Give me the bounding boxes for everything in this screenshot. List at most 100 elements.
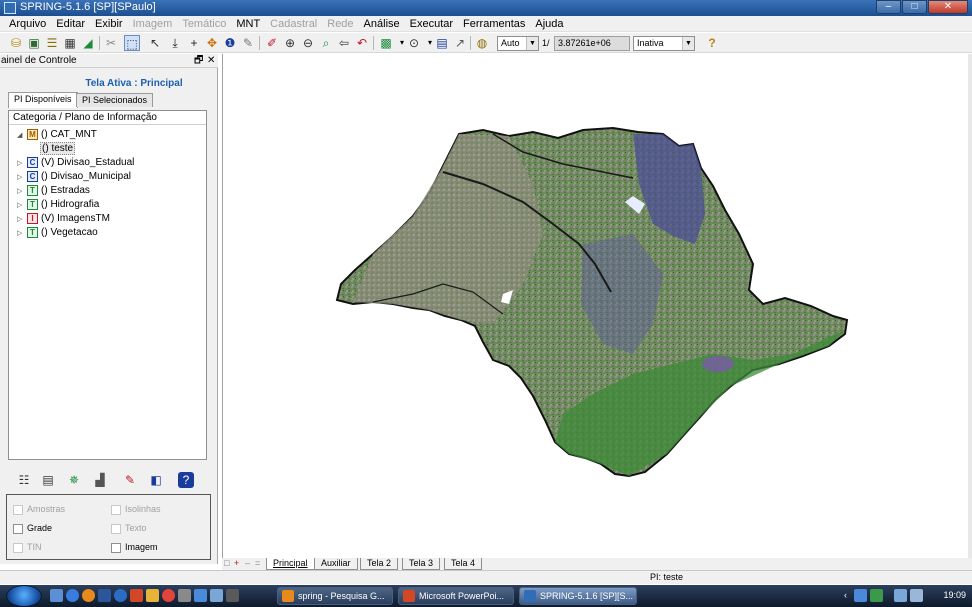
task-spring-app[interactable]: SPRING-5.1.6 [SP][S... — [519, 587, 637, 605]
word-icon[interactable] — [98, 589, 111, 602]
volume-icon[interactable] — [910, 589, 923, 602]
network-icon[interactable] — [210, 589, 223, 602]
task-powerpoint[interactable]: Microsoft PowerPoi... — [398, 587, 514, 605]
menu-cadastral[interactable]: Cadastral — [265, 17, 322, 31]
menu-arquivo[interactable]: Arquivo — [4, 17, 51, 31]
menu-imagem[interactable]: Imagem — [128, 17, 178, 31]
tab-principal[interactable]: Principal — [266, 558, 315, 570]
crosshair-icon[interactable]: + — [186, 35, 202, 51]
collapse-icon[interactable]: ◢ — [17, 129, 27, 142]
draw-mode-icon[interactable]: ⬚ — [124, 35, 140, 51]
menu-analise[interactable]: Análise — [359, 17, 405, 31]
menu-ferramentas[interactable]: Ferramentas — [458, 17, 530, 31]
tray-app-icon[interactable] — [854, 589, 867, 602]
close-panel-icon[interactable]: ✕ — [207, 54, 215, 68]
media-icon[interactable] — [162, 589, 175, 602]
undo-icon[interactable]: ↶ — [354, 35, 370, 51]
measure-icon[interactable]: ✎ — [240, 35, 256, 51]
zoom-out-icon[interactable]: ⊖ — [300, 35, 316, 51]
tree-node-imagenstm[interactable]: ▷ I (V) ImagensTM — [17, 212, 110, 225]
tree-node-divisao-municipal[interactable]: ▷ C() Divisao_Municipal — [17, 170, 131, 183]
window-view-icon[interactable]: ▤ — [434, 35, 450, 51]
show-hidden-icons-icon[interactable]: ‹ — [844, 590, 847, 600]
maximize-button[interactable]: □ — [902, 0, 927, 14]
zoom-in-icon[interactable]: ⊕ — [282, 35, 298, 51]
tab-tela-3[interactable]: Tela 3 — [402, 558, 441, 570]
edit-icon[interactable]: ✎ — [122, 472, 138, 488]
checkbox-texto[interactable]: Texto — [111, 523, 147, 534]
back-arrow-icon[interactable]: ⇦ — [336, 35, 352, 51]
project-icon[interactable]: ▣ — [26, 35, 42, 51]
zoom-mode-select[interactable]: Auto ▼ — [497, 36, 539, 51]
tree-node-hidrografia[interactable]: ▷ T() Hidrografia — [17, 198, 99, 211]
vertical-scrollbar[interactable] — [968, 54, 972, 558]
network-tray-icon[interactable] — [894, 589, 907, 602]
scale-field[interactable]: 3.87261e+06 — [554, 36, 630, 51]
database-icon[interactable]: ⛁ — [8, 35, 24, 51]
terminal-icon[interactable] — [226, 589, 239, 602]
cursor-plus-icon[interactable]: ↗ — [452, 35, 468, 51]
zoom-level-icon[interactable]: ⊙ — [406, 35, 422, 51]
cut-icon[interactable]: ✂ — [103, 35, 119, 51]
menu-mnt[interactable]: MNT — [231, 17, 265, 31]
map-canvas[interactable] — [222, 54, 972, 558]
expand-icon[interactable]: ▷ — [17, 171, 27, 184]
expand-icon[interactable]: ▷ — [17, 185, 27, 198]
list-icon[interactable]: ☷ — [16, 472, 32, 488]
game-icon[interactable] — [146, 589, 159, 602]
add-screen-icon[interactable]: + — [234, 558, 239, 569]
tree-node-cat-mnt[interactable]: ◢ M() CAT_MNT — [17, 128, 97, 141]
float-panel-icon[interactable]: 🗗 — [194, 54, 203, 68]
pan-icon[interactable]: ✥ — [204, 35, 220, 51]
screen-list-icon[interactable]: = — [255, 558, 260, 569]
tab-pi-disponiveis[interactable]: PI Disponíveis — [8, 92, 78, 108]
help-icon[interactable]: ? — [178, 472, 194, 488]
tab-tela-4[interactable]: Tela 4 — [444, 558, 483, 570]
pointer-icon[interactable]: ↖ — [147, 35, 163, 51]
table-icon[interactable]: ▤ — [40, 472, 56, 488]
checkbox-amostras[interactable]: Amostras — [13, 504, 65, 515]
help-icon[interactable]: ? — [704, 35, 720, 51]
tree-node-vegetacao[interactable]: ▷ T() Vegetacao — [17, 226, 98, 239]
palette-icon[interactable]: ◍ — [474, 35, 490, 51]
menu-executar[interactable]: Executar — [405, 17, 458, 31]
tab-tela-2[interactable]: Tela 2 — [360, 558, 399, 570]
menu-rede[interactable]: Rede — [322, 17, 358, 31]
expand-icon[interactable]: ▷ — [17, 213, 27, 226]
start-button[interactable] — [6, 585, 42, 607]
ie-icon[interactable] — [66, 589, 79, 602]
grid-icon[interactable]: ▦ — [62, 35, 78, 51]
eraser-icon[interactable]: ◢ — [80, 35, 96, 51]
layers-icon[interactable]: ☰ — [44, 35, 60, 51]
info-icon[interactable]: ❶ — [222, 35, 238, 51]
checkbox-isolinhas[interactable]: Isolinhas — [111, 504, 161, 515]
tools-icon[interactable] — [194, 589, 207, 602]
tab-auxiliar[interactable]: Auxiliar — [314, 558, 358, 570]
menu-ajuda[interactable]: Ajuda — [530, 17, 568, 31]
state-select[interactable]: Inativa ▼ — [633, 36, 695, 51]
task-spring-search[interactable]: spring - Pesquisa G... — [277, 587, 393, 605]
show-desktop-icon[interactable] — [50, 589, 63, 602]
pen-icon[interactable] — [178, 589, 191, 602]
powerpoint-icon[interactable] — [130, 589, 143, 602]
tab-control-icon[interactable]: □ — [224, 558, 229, 569]
checkbox-tin[interactable]: TIN — [13, 542, 42, 553]
expand-icon[interactable]: ▷ — [17, 227, 27, 240]
tree-node-divisao-estadual[interactable]: ▷ C (V) Divisao_Estadual — [17, 156, 134, 169]
zoom-area-icon[interactable]: ⌕ — [318, 35, 334, 51]
tree-node-teste[interactable]: () teste — [40, 142, 76, 155]
expand-icon[interactable]: ▷ — [17, 199, 27, 212]
menu-tematico[interactable]: Temático — [177, 17, 231, 31]
legend-icon[interactable]: ◧ — [148, 472, 164, 488]
visual-icon[interactable]: ✵ — [66, 472, 82, 488]
menu-editar[interactable]: Editar — [51, 17, 90, 31]
minimize-button[interactable]: – — [876, 0, 901, 14]
tab-pi-selecionados[interactable]: PI Selecionados — [76, 93, 154, 107]
messenger-icon[interactable] — [114, 589, 127, 602]
clock[interactable]: 19:09 — [943, 590, 966, 600]
tray-status-icon[interactable] — [870, 589, 883, 602]
expand-icon[interactable]: ▷ — [17, 157, 27, 170]
tree-node-estradas[interactable]: ▷ T() Estradas — [17, 184, 90, 197]
firefox-icon[interactable] — [82, 589, 95, 602]
checkbox-grade[interactable]: Grade — [13, 523, 52, 534]
